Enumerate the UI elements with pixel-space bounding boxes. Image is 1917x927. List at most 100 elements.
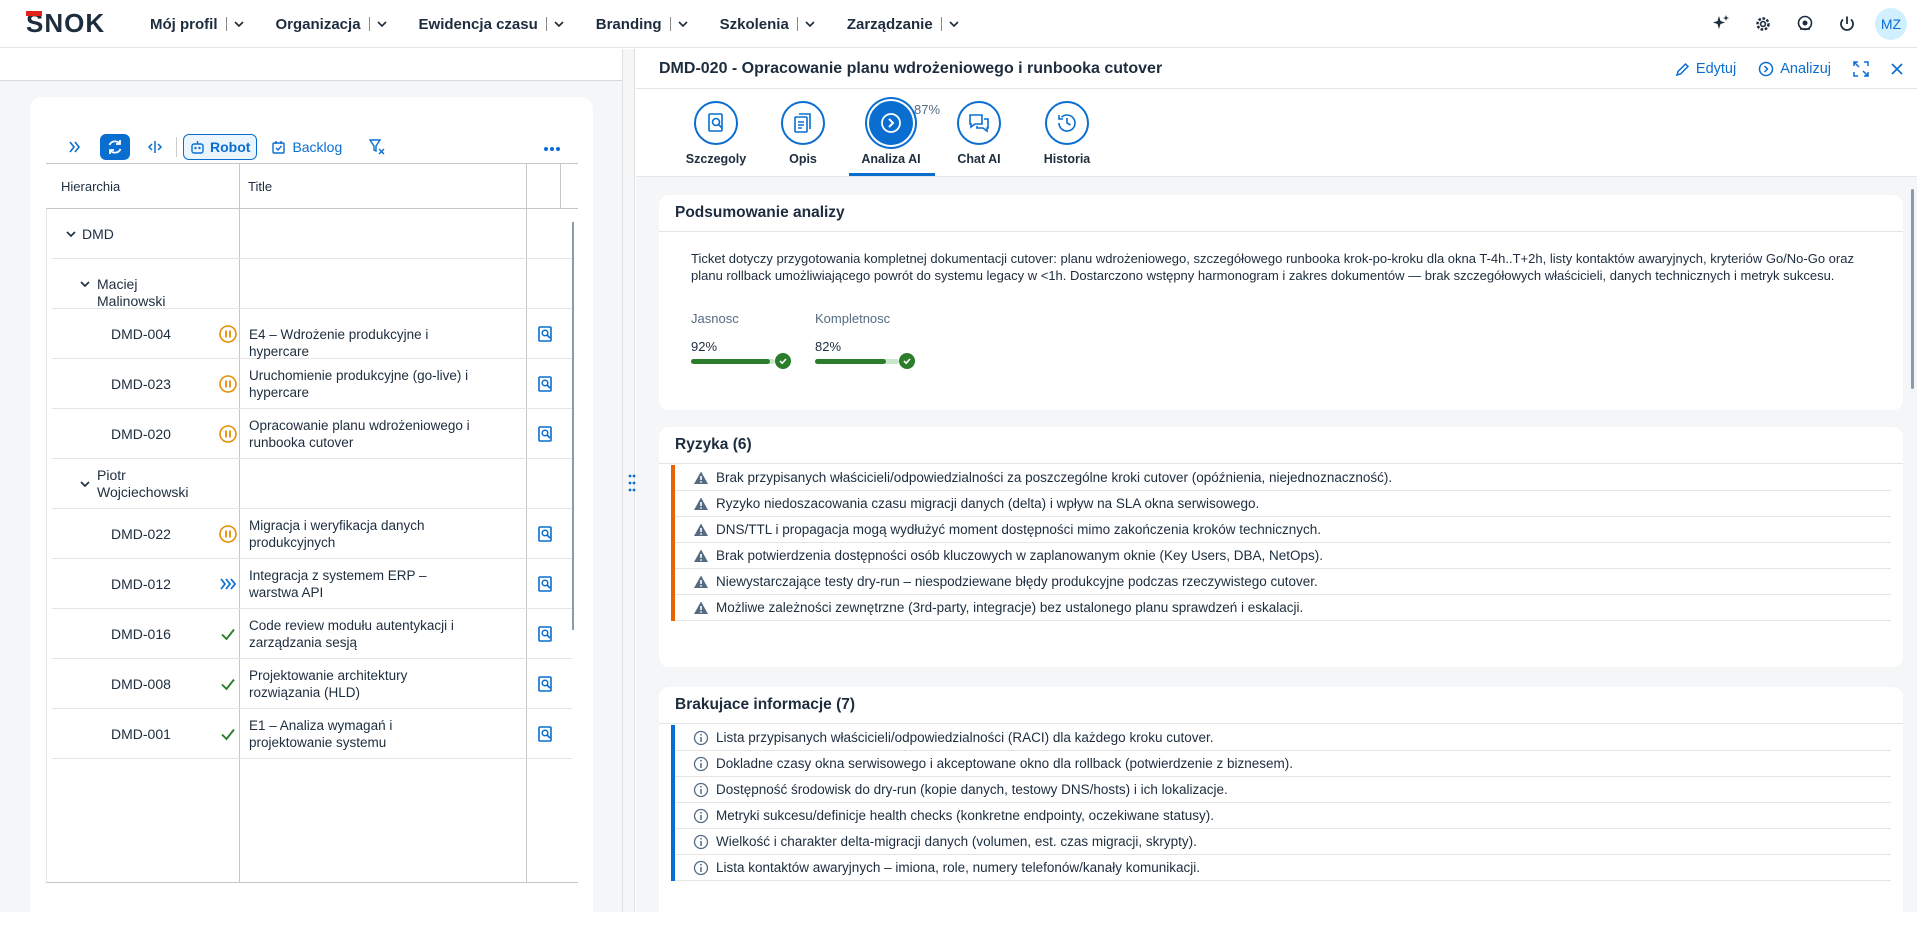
table-row[interactable]: DMD-020 Opracowanie planu wdrożeniowego i…: [52, 409, 572, 459]
tab-label: Opis: [789, 152, 817, 166]
missing-info-item: Lista kontaktów awaryjnych – imiona, rol…: [671, 855, 1891, 881]
user-avatar[interactable]: MZ: [1875, 8, 1907, 40]
nav-item-4[interactable]: Szkolenia: [720, 16, 816, 33]
risk-text: Brak potwierdzenia dostępności osób kluc…: [716, 548, 1324, 563]
settings-gear-icon[interactable]: [1749, 10, 1777, 38]
clear-filter-button[interactable]: [364, 134, 390, 160]
history-clock-icon: [1045, 101, 1089, 145]
robot-button[interactable]: Robot: [183, 134, 258, 160]
table-row[interactable]: Piotr Wojciechowski: [52, 459, 572, 509]
row-name: DMD-001: [111, 726, 171, 742]
table-row[interactable]: DMD-023 Uruchomienie produkcyjne (go-live…: [52, 359, 572, 409]
table-row[interactable]: DMD-004 E4 – Wdrożenie produkcyjne i hype…: [52, 309, 572, 359]
row-name: Piotr Wojciechowski: [97, 467, 189, 500]
detail-scrollbar[interactable]: [1911, 189, 1914, 389]
done-check-icon: [218, 674, 238, 694]
chevron-down-icon[interactable]: [79, 478, 91, 490]
table-row[interactable]: DMD: [52, 209, 572, 259]
nav-item-label: Zarządzanie: [846, 15, 933, 33]
nav-item-2[interactable]: Ewidencja czasu: [419, 16, 565, 33]
open-details-icon[interactable]: [536, 325, 554, 343]
open-details-icon[interactable]: [536, 375, 554, 393]
snok-logo[interactable]: SNOK: [26, 10, 130, 36]
metric-progress-bar: [691, 353, 801, 369]
robot-icon: [191, 140, 204, 154]
power-logout-icon[interactable]: [1833, 10, 1861, 38]
info-circle-icon: [693, 860, 709, 876]
split-columns-button[interactable]: [142, 134, 168, 160]
open-details-icon[interactable]: [536, 525, 554, 543]
paused-status-icon: [218, 324, 238, 344]
open-details-icon[interactable]: [536, 625, 554, 643]
nav-item-label: Branding: [595, 15, 662, 33]
risk-item: Brak potwierdzenia dostępności osób kluc…: [671, 543, 1891, 569]
fullscreen-button[interactable]: [1853, 61, 1869, 77]
detail-tabs: Szczegoly Opis Analiza AI Chat AI Histor…: [636, 89, 1917, 177]
shell-bar: SNOK Mój profil Organizacja Ewidencja czas…: [0, 0, 1917, 48]
table-row[interactable]: DMD-016 Code review modułu autentykacji i…: [52, 609, 572, 659]
tab-opis[interactable]: Opis: [763, 101, 843, 166]
splitter-grip-icon[interactable]: [628, 473, 636, 493]
check-circle-icon: [775, 353, 791, 369]
column-divider: [560, 163, 561, 209]
edit-button[interactable]: Edytuj: [1675, 61, 1736, 77]
more-options-button[interactable]: [543, 139, 561, 157]
open-details-icon[interactable]: [536, 725, 554, 743]
table-row[interactable]: DMD-008 Projektowanie architektury rozwią…: [52, 659, 572, 709]
panel-divider: [659, 723, 1903, 724]
more-horizontal-icon: [544, 147, 560, 151]
description-documents-icon: [781, 101, 825, 145]
nav-item-label: Szkolenia: [719, 15, 789, 33]
nav-item-1[interactable]: Organizacja: [276, 16, 388, 33]
missing-info-panel: Brakujace informacje (7) Lista przypisan…: [659, 687, 1903, 927]
tab-historia[interactable]: Historia: [1027, 101, 1107, 166]
info-accent-bar: [671, 725, 675, 751]
column-header-title[interactable]: Title: [248, 179, 272, 194]
active-tab-indicator: [849, 173, 935, 176]
nav-item-0[interactable]: Mój profil: [150, 16, 245, 33]
chevron-down-icon[interactable]: [79, 278, 91, 290]
toolbar-separator: [176, 137, 177, 157]
chevron-down-icon: [233, 21, 244, 28]
metric-1: Kompletnosc 82%: [815, 311, 925, 369]
backlog-button[interactable]: Backlog: [269, 134, 344, 160]
tab-label: Szczegoly: [685, 152, 747, 166]
row-title: Projektowanie architektury rozwiązania (…: [249, 668, 408, 700]
tab-chat-ai[interactable]: Chat AI: [939, 101, 1019, 166]
support-chat-icon[interactable]: [1791, 10, 1819, 38]
nav-item-label: Mój profil: [150, 15, 218, 33]
column-split-icon: [147, 141, 163, 153]
open-details-icon[interactable]: [536, 575, 554, 593]
nav-item-5[interactable]: Zarządzanie: [847, 16, 960, 33]
refresh-button[interactable]: [100, 134, 130, 160]
table-row[interactable]: DMD-012 Integracja z systemem ERP – warst…: [52, 559, 572, 609]
chevron-down-icon: [376, 21, 387, 28]
analyze-button[interactable]: Analizuj: [1758, 61, 1831, 77]
table-left-border: [46, 209, 47, 882]
detail-title: DMD-020 - Opracowanie planu wdrożenioweg…: [659, 60, 1163, 77]
info-circle-icon: [693, 756, 709, 772]
details-search-icon: [694, 101, 738, 145]
nav-separator: [225, 17, 227, 31]
warning-triangle-icon: [694, 601, 708, 614]
info-accent-bar: [671, 751, 675, 777]
open-details-icon[interactable]: [536, 425, 554, 443]
ai-sparkle-icon[interactable]: [1707, 10, 1735, 38]
tree-scrollbar[interactable]: [572, 222, 574, 630]
table-row[interactable]: DMD-001 E1 – Analiza wymagań i projektowa…: [52, 709, 572, 759]
open-details-icon[interactable]: [536, 675, 554, 693]
column-header-hierarchy[interactable]: Hierarchia: [61, 179, 120, 194]
summary-panel: Podsumowanie analizy Ticket dotyczy przy…: [659, 195, 1903, 410]
expand-all-button[interactable]: [62, 134, 88, 160]
chevron-down-icon[interactable]: [65, 228, 77, 240]
detail-pane: DMD-020 - Opracowanie planu wdrożenioweg…: [636, 49, 1917, 927]
info-circle-icon: [693, 834, 709, 850]
risk-item: Brak przypisanych właścicieli/odpowiedzi…: [671, 465, 1891, 491]
risk-accent-bar: [671, 543, 675, 569]
missing-info-title: Brakujace informacje (7): [675, 696, 856, 713]
nav-item-3[interactable]: Branding: [596, 16, 689, 33]
table-row[interactable]: DMD-022 Migracja i weryfikacja danych pro…: [52, 509, 572, 559]
tab-szczegoly[interactable]: Szczegoly: [676, 101, 756, 166]
close-button[interactable]: [1891, 63, 1903, 75]
table-row[interactable]: Maciej Malinowski: [52, 259, 572, 309]
